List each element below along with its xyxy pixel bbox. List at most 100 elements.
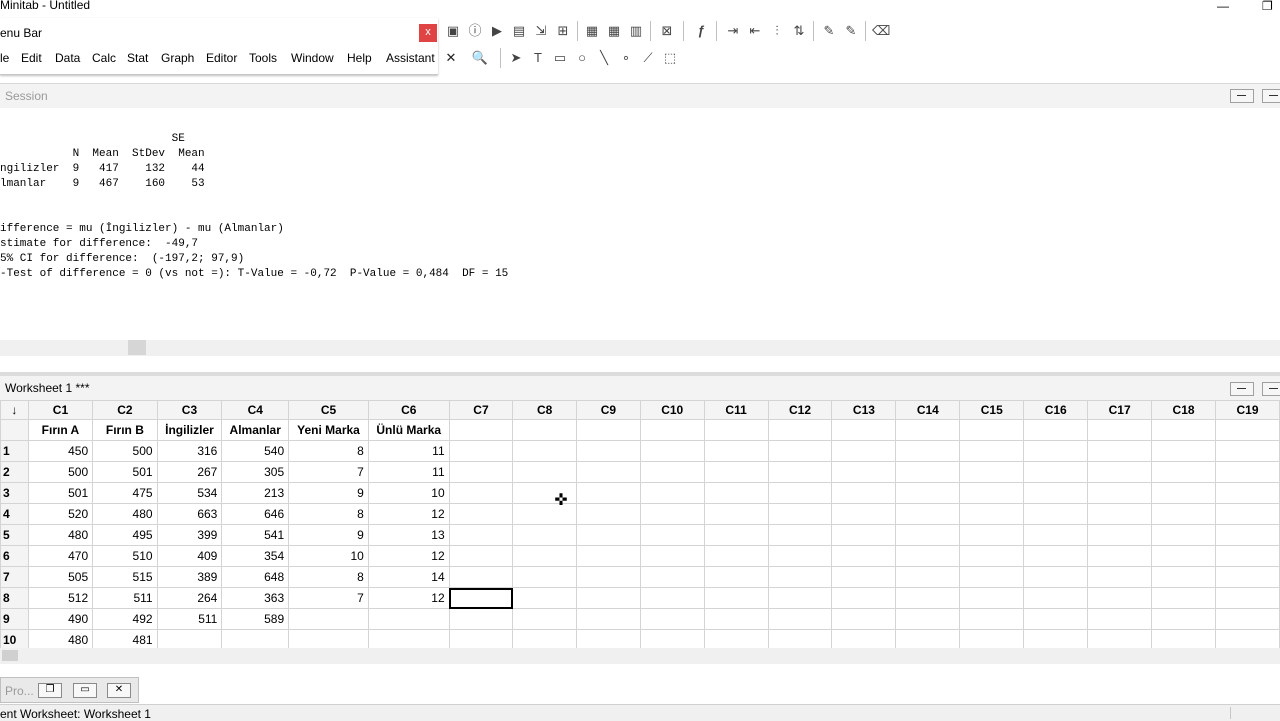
data-cell[interactable] xyxy=(1087,440,1153,462)
data-cell[interactable]: 520 xyxy=(27,503,94,525)
row-number[interactable]: 10 xyxy=(0,629,29,648)
data-cell[interactable]: 409 xyxy=(156,545,223,567)
data-cell[interactable]: 363 xyxy=(221,587,290,609)
data-cell[interactable] xyxy=(1151,545,1216,567)
column-header-c1[interactable]: C1 xyxy=(27,400,94,420)
data-cell[interactable]: 589 xyxy=(221,608,290,630)
data-cell[interactable] xyxy=(895,545,961,567)
data-cell[interactable]: 480 xyxy=(27,629,94,648)
data-cell[interactable]: 11 xyxy=(367,461,450,483)
data-cell[interactable]: 267 xyxy=(156,461,223,483)
data-cell[interactable]: 354 xyxy=(221,545,290,567)
data-cell[interactable] xyxy=(639,566,705,588)
column-name-cell[interactable] xyxy=(1023,419,1089,441)
column-header-c8[interactable]: C8 xyxy=(512,400,578,420)
data-cell[interactable] xyxy=(576,503,641,525)
data-cell[interactable] xyxy=(959,566,1025,588)
data-cell[interactable] xyxy=(639,440,705,462)
data-cell[interactable] xyxy=(1023,440,1089,462)
column-header-c16[interactable]: C16 xyxy=(1023,400,1089,420)
data-cell[interactable] xyxy=(831,629,897,648)
data-cell[interactable] xyxy=(1215,440,1280,462)
column-name-cell[interactable] xyxy=(512,419,578,441)
data-cell[interactable] xyxy=(576,482,641,504)
data-cell[interactable] xyxy=(895,461,961,483)
data-cell[interactable]: 450 xyxy=(27,440,94,462)
data-cell[interactable] xyxy=(959,524,1025,546)
window-icon[interactable]: ▣ xyxy=(444,22,462,40)
data-cell[interactable] xyxy=(639,524,705,546)
data-cell[interactable]: 10 xyxy=(367,482,450,504)
column-name-cell[interactable]: Fırın B xyxy=(92,419,158,441)
data-cell[interactable] xyxy=(895,482,961,504)
session-maximize-icon[interactable] xyxy=(1262,89,1280,103)
data-cell[interactable] xyxy=(639,587,705,609)
text-tool-icon[interactable]: T xyxy=(529,49,547,67)
menu-edit[interactable]: Edit xyxy=(21,51,42,65)
data-cell[interactable]: 495 xyxy=(92,524,158,546)
data-cell[interactable] xyxy=(767,608,833,630)
data-cell[interactable] xyxy=(1087,545,1153,567)
data-cell[interactable] xyxy=(576,566,641,588)
column-header-c18[interactable]: C18 xyxy=(1151,400,1216,420)
data-cell[interactable] xyxy=(448,482,514,504)
data-cell[interactable] xyxy=(639,608,705,630)
data-cell[interactable]: 480 xyxy=(27,524,94,546)
data-cell[interactable] xyxy=(703,608,769,630)
data-cell[interactable] xyxy=(288,629,369,648)
column-name-cell[interactable] xyxy=(1151,419,1216,441)
data-cell[interactable] xyxy=(1087,629,1153,648)
data-cell[interactable]: 505 xyxy=(27,566,94,588)
column-name-cell[interactable] xyxy=(703,419,769,441)
data-cell[interactable]: 501 xyxy=(27,482,94,504)
data-cell[interactable] xyxy=(703,545,769,567)
data-cell[interactable] xyxy=(895,587,961,609)
table-icon[interactable]: ▥ xyxy=(627,22,645,40)
insert-icon[interactable]: ⇲ xyxy=(532,22,550,40)
session-scroll-thumb[interactable] xyxy=(128,340,146,355)
data-cell[interactable] xyxy=(895,524,961,546)
data-cell[interactable] xyxy=(767,587,833,609)
data-cell[interactable] xyxy=(1215,545,1280,567)
info-icon[interactable]: ⓘ xyxy=(466,22,484,40)
column-header-c7[interactable]: C7 xyxy=(448,400,514,420)
close-icon[interactable]: ✕ xyxy=(107,683,131,698)
data-cell[interactable] xyxy=(959,461,1025,483)
column-name-cell[interactable] xyxy=(1087,419,1153,441)
data-cell[interactable] xyxy=(959,629,1025,648)
data-cell[interactable] xyxy=(895,440,961,462)
column-header-c9[interactable]: C9 xyxy=(576,400,641,420)
data-cell[interactable] xyxy=(959,482,1025,504)
data-cell[interactable] xyxy=(1087,524,1153,546)
data-cell[interactable]: 475 xyxy=(92,482,158,504)
data-cell[interactable] xyxy=(831,461,897,483)
move-columns-icon[interactable]: ⇅ xyxy=(790,22,808,40)
eraser-icon[interactable]: ⌫ xyxy=(872,22,890,40)
menu-stat[interactable]: Stat xyxy=(127,51,148,65)
data-cell[interactable] xyxy=(576,440,641,462)
data-cell[interactable] xyxy=(1215,608,1280,630)
data-cell[interactable] xyxy=(448,629,514,648)
column-name-cell[interactable] xyxy=(576,419,641,441)
column-name-cell[interactable] xyxy=(895,419,961,441)
data-cell[interactable] xyxy=(767,629,833,648)
data-cell[interactable] xyxy=(448,524,514,546)
data-cell[interactable]: 8 xyxy=(288,440,369,462)
data-cell[interactable] xyxy=(1215,524,1280,546)
data-cell[interactable] xyxy=(1151,629,1216,648)
data-cell[interactable] xyxy=(831,524,897,546)
data-cell[interactable] xyxy=(831,503,897,525)
data-cell[interactable]: 501 xyxy=(92,461,158,483)
data-cell[interactable] xyxy=(576,587,641,609)
row-number[interactable]: 3 xyxy=(0,482,29,504)
data-cell[interactable]: 11 xyxy=(367,440,450,462)
data-cell[interactable]: 480 xyxy=(92,503,158,525)
polyline-tool-icon[interactable]: ⟋ xyxy=(639,49,657,67)
data-cell[interactable] xyxy=(576,461,641,483)
data-cell[interactable] xyxy=(221,629,290,648)
menu-editor[interactable]: Editor xyxy=(206,51,237,65)
session-output[interactable]: SE N Mean StDev Mean ngilizler 9 417 132… xyxy=(0,108,1280,358)
data-cell[interactable]: 10 xyxy=(288,545,369,567)
data-cell[interactable] xyxy=(831,608,897,630)
data-cell[interactable] xyxy=(959,545,1025,567)
